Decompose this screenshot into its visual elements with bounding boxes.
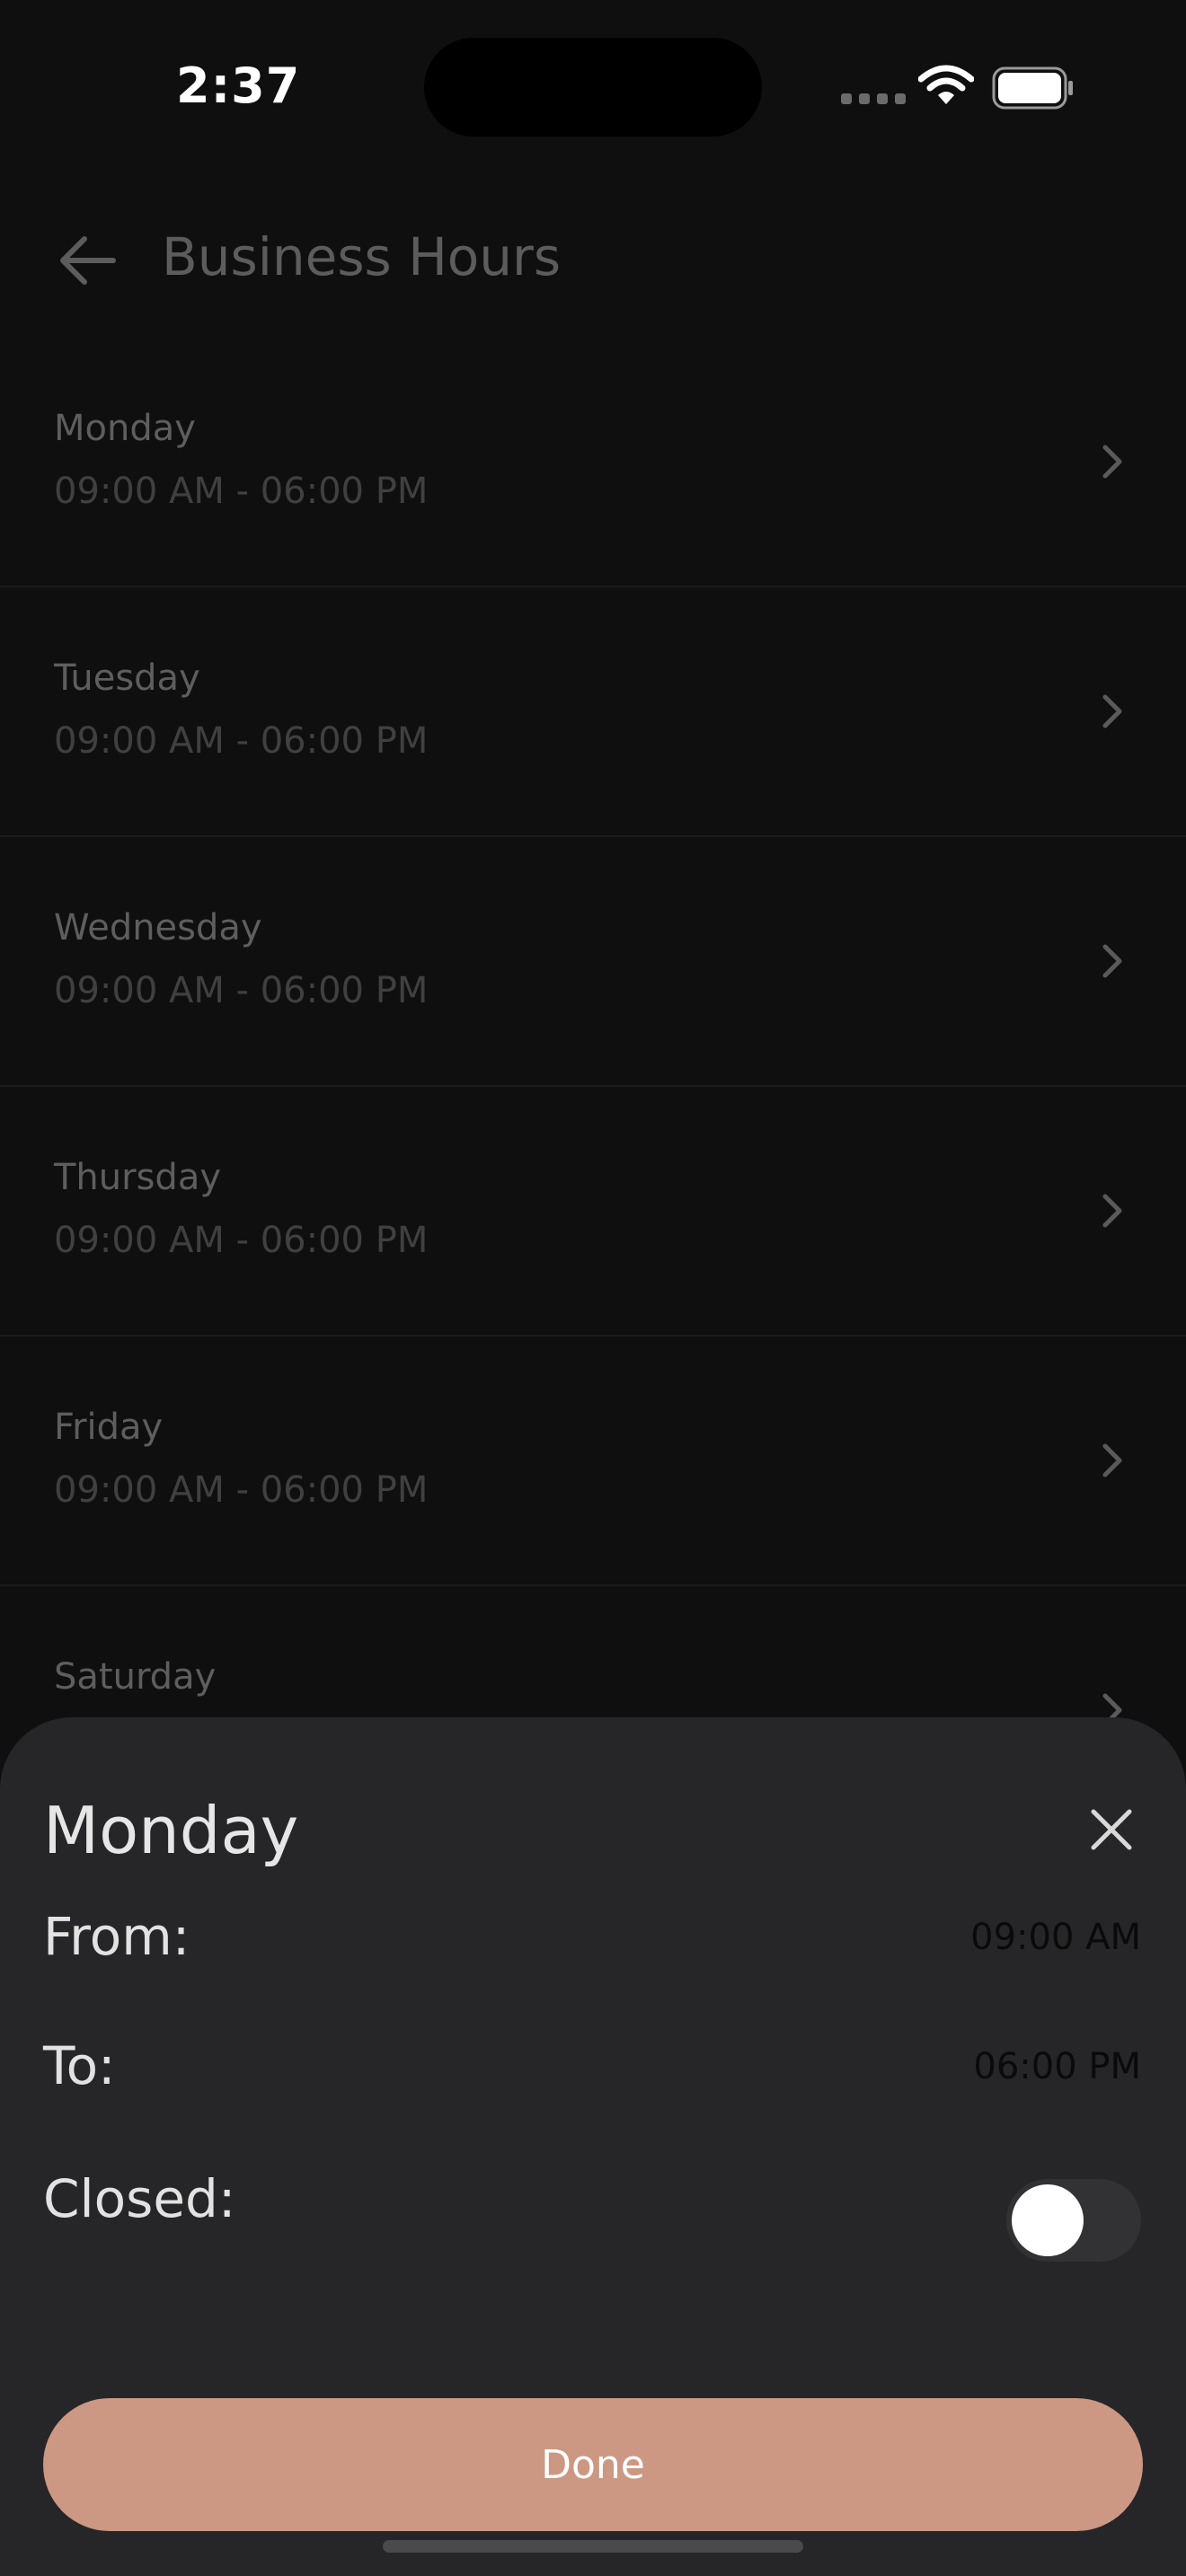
day-hours: 09:00 AM - 06:00 PM [54, 720, 429, 762]
chevron-right-icon [1102, 445, 1122, 479]
status-bar: 2:37 [0, 0, 1186, 171]
day-row-wednesday[interactable]: Wednesday 09:00 AM - 06:00 PM [0, 837, 1186, 1087]
day-row-thursday[interactable]: Thursday 09:00 AM - 06:00 PM [0, 1087, 1186, 1337]
from-label: From: [43, 1906, 190, 1967]
chevron-right-icon [1102, 944, 1122, 978]
day-row-friday[interactable]: Friday 09:00 AM - 06:00 PM [0, 1337, 1186, 1586]
day-hours: 09:00 AM - 06:00 PM [54, 970, 429, 1011]
dynamic-island [424, 38, 762, 137]
signal-icon [841, 93, 906, 104]
to-time-value[interactable]: 06:00 PM [973, 2046, 1141, 2087]
done-button[interactable]: Done [43, 2398, 1143, 2531]
day-name: Friday [54, 1407, 164, 1448]
day-name: Tuesday [54, 657, 200, 699]
day-row-monday[interactable]: Monday 09:00 AM - 06:00 PM [0, 338, 1186, 587]
day-row-tuesday[interactable]: Tuesday 09:00 AM - 06:00 PM [0, 587, 1186, 837]
page-title: Business Hours [162, 226, 562, 287]
chevron-right-icon [1102, 1194, 1122, 1228]
close-icon[interactable] [1089, 1807, 1134, 1852]
back-arrow-icon[interactable] [56, 234, 119, 287]
to-label: To: [43, 2035, 116, 2096]
closed-label: Closed: [43, 2168, 236, 2229]
business-hours-list: Monday 09:00 AM - 06:00 PM Tuesday 09:00… [0, 338, 1186, 1836]
day-name: Wednesday [54, 907, 262, 948]
day-hours: 09:00 AM - 06:00 PM [54, 1220, 429, 1261]
toggle-knob [1012, 2184, 1084, 2256]
day-name: Thursday [54, 1157, 221, 1198]
app-header: Business Hours [0, 198, 1186, 323]
day-name: Monday [54, 408, 196, 449]
day-hours: 09:00 AM - 06:00 PM [54, 471, 429, 512]
status-time: 2:37 [176, 57, 301, 114]
day-name: Saturday [54, 1656, 217, 1698]
from-time-value[interactable]: 09:00 AM [970, 1917, 1141, 1958]
edit-hours-sheet: Monday From: 09:00 AM To: 06:00 PM Close… [0, 1717, 1186, 2576]
closed-toggle[interactable] [1006, 2179, 1141, 2262]
chevron-right-icon [1102, 1443, 1122, 1478]
home-indicator [383, 2540, 803, 2553]
sheet-title: Monday [43, 1793, 299, 1868]
wifi-icon [918, 65, 974, 104]
day-hours: 09:00 AM - 06:00 PM [54, 1469, 429, 1511]
battery-icon [992, 66, 1073, 110]
chevron-right-icon [1102, 694, 1122, 728]
